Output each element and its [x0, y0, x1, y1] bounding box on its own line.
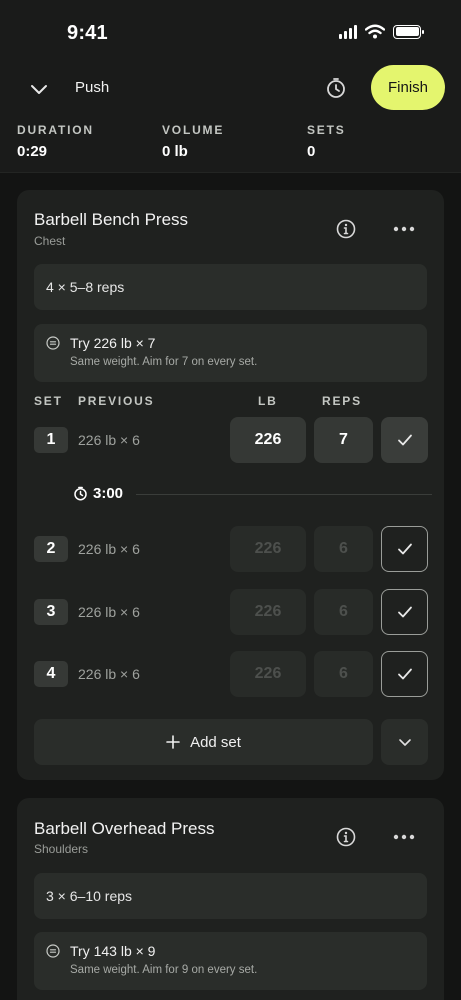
suggestion-title: Try 143 lb × 9: [70, 943, 156, 959]
top-bar: 9:41 Push Finish DURATION 0:29 VOLUME 0 …: [0, 0, 461, 173]
target-reps: 4 × 5–8 reps: [46, 279, 125, 295]
target-reps-panel[interactable]: 3 × 6–10 reps: [34, 873, 427, 919]
reps-input[interactable]: 6: [314, 651, 373, 697]
equal-icon: [46, 944, 60, 958]
set-number[interactable]: 4: [34, 661, 68, 687]
weight-input[interactable]: 226: [230, 589, 306, 635]
weight-input[interactable]: 226: [230, 526, 306, 572]
signal-icon: [339, 24, 357, 39]
complete-set-button[interactable]: [381, 651, 428, 697]
reps-input[interactable]: 7: [314, 417, 373, 463]
exercise-muscle: Chest: [34, 234, 66, 248]
check-icon: [397, 434, 412, 446]
wifi-icon: [365, 24, 385, 39]
rest-timer-icon[interactable]: [324, 76, 348, 100]
rest-timer-value: 3:00: [93, 485, 124, 502]
finish-button[interactable]: Finish: [371, 65, 445, 110]
exercise-muscle: Shoulders: [34, 842, 89, 856]
expand-options-button[interactable]: [381, 719, 428, 765]
status-time: 9:41: [67, 22, 108, 44]
stat-label: VOLUME: [162, 123, 225, 137]
set-number[interactable]: 1: [34, 427, 68, 453]
battery-icon: [393, 24, 424, 39]
suggestion-panel: Try 226 lb × 7 Same weight. Aim for 7 on…: [34, 324, 427, 382]
column-header-previous: PREVIOUS: [78, 394, 155, 408]
stat-label: DURATION: [17, 123, 94, 137]
stat-label: SETS: [307, 123, 346, 137]
column-header-lb: LB: [258, 394, 278, 408]
chevron-down-icon: [398, 739, 411, 746]
suggestion-subtitle: Same weight. Aim for 9 on every set.: [70, 964, 258, 976]
suggestion-subtitle: Same weight. Aim for 7 on every set.: [70, 356, 258, 368]
complete-set-button[interactable]: [381, 589, 428, 635]
rest-divider: [136, 494, 432, 495]
stat-volume: VOLUME 0 lb: [162, 123, 224, 160]
target-reps: 3 × 6–10 reps: [46, 888, 133, 904]
stat-value: 0: [307, 143, 316, 160]
exercise-title[interactable]: Barbell Overhead Press: [34, 819, 214, 839]
set-number[interactable]: 2: [34, 536, 68, 562]
more-options-icon[interactable]: [393, 834, 415, 840]
add-set-label: Add set: [190, 733, 241, 751]
previous-value[interactable]: 226 lb × 6: [78, 432, 140, 448]
column-header-reps: REPS: [322, 394, 362, 408]
exercise-card-overhead-press: Barbell Overhead Press Shoulders 3 × 6–1…: [17, 798, 444, 1000]
rest-timer[interactable]: 3:00: [73, 485, 123, 502]
previous-value[interactable]: 226 lb × 6: [78, 541, 140, 557]
info-icon[interactable]: [336, 827, 356, 847]
complete-set-button[interactable]: [381, 526, 428, 572]
add-set-button[interactable]: Add set: [34, 719, 373, 765]
plus-icon: [166, 735, 180, 749]
stat-duration: DURATION 0:29: [17, 123, 94, 160]
stat-sets: SETS 0: [307, 123, 346, 160]
reps-input[interactable]: 6: [314, 589, 373, 635]
weight-input[interactable]: 226: [230, 651, 306, 697]
suggestion-title: Try 226 lb × 7: [70, 335, 156, 351]
check-icon: [397, 668, 412, 680]
set-number[interactable]: 3: [34, 599, 68, 625]
check-icon: [397, 543, 412, 555]
status-icons: [339, 24, 424, 39]
equal-icon: [46, 336, 60, 350]
weight-input[interactable]: 226: [230, 417, 306, 463]
column-header-set: SET: [34, 394, 63, 408]
collapse-chevron-icon[interactable]: [28, 78, 50, 100]
reps-input[interactable]: 6: [314, 526, 373, 572]
target-reps-panel[interactable]: 4 × 5–8 reps: [34, 264, 427, 310]
stat-value: 0 lb: [162, 143, 188, 160]
complete-set-button[interactable]: [381, 417, 428, 463]
info-icon[interactable]: [336, 219, 356, 239]
workout-title: Push: [75, 79, 110, 96]
previous-value[interactable]: 226 lb × 6: [78, 666, 140, 682]
exercise-title[interactable]: Barbell Bench Press: [34, 210, 188, 230]
stopwatch-icon: [74, 486, 87, 501]
check-icon: [397, 606, 412, 618]
suggestion-panel: Try 143 lb × 9 Same weight. Aim for 9 on…: [34, 932, 427, 990]
stat-value: 0:29: [17, 143, 48, 160]
previous-value[interactable]: 226 lb × 6: [78, 604, 140, 620]
more-options-icon[interactable]: [393, 226, 415, 232]
